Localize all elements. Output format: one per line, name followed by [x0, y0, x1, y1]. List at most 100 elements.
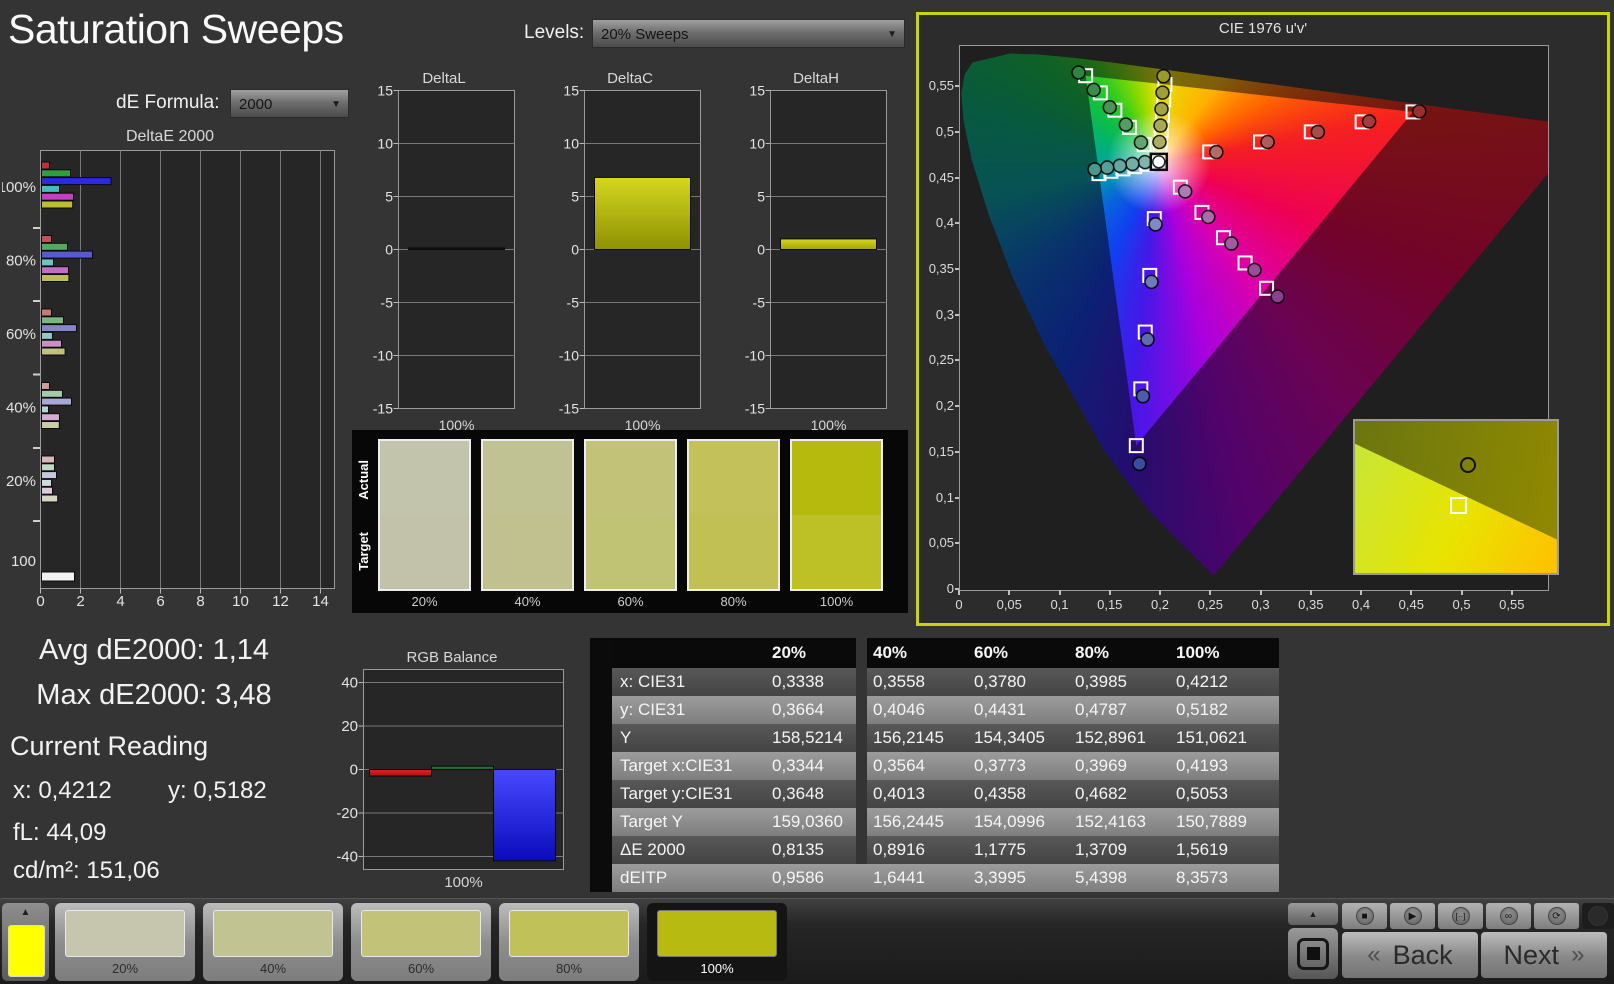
- patch-button-40%[interactable]: 40%: [203, 903, 343, 981]
- mini-y-tick: -5: [567, 295, 580, 311]
- mini-y-tick: 10: [377, 136, 393, 152]
- cie-x-tick: 0,25: [1197, 597, 1223, 612]
- patch-label: 40%: [259, 961, 287, 976]
- magenta-measured-marker: [1224, 236, 1239, 251]
- table-cell: 0,3780: [968, 668, 1069, 696]
- target-color: [792, 515, 881, 589]
- up-arrow-icon: ▲: [20, 907, 31, 918]
- cie-x-tick: 0,55: [1499, 597, 1525, 612]
- row-label: x: CIE31: [590, 668, 766, 696]
- row-label: y: CIE31: [590, 696, 766, 724]
- cie-x-tick: 0,35: [1298, 597, 1324, 612]
- patch-label: 80%: [555, 961, 583, 976]
- table-row: x: CIE31 0,3338 0,3558 0,3780 0,3985 0,4212: [590, 668, 1279, 696]
- up-arrow-icon: ▲: [1308, 909, 1318, 919]
- table-cell: 158,5214: [766, 724, 867, 752]
- table-cell: 0,3338: [766, 668, 867, 696]
- patch-button-60%[interactable]: 60%: [351, 903, 491, 981]
- rgb-x-label: 100%: [444, 874, 482, 891]
- table-cell: 0,3344: [766, 752, 867, 780]
- table-cell: 0,3558: [867, 668, 968, 696]
- stop-frame-icon: [1297, 937, 1329, 970]
- patch-button-20%[interactable]: 20%: [55, 903, 195, 981]
- deltae-chart-title: DeltaE 2000: [125, 128, 215, 145]
- column-header: 80%: [1069, 638, 1170, 668]
- refresh-button[interactable]: ⟳: [1534, 903, 1579, 929]
- table-cell: 0,3985: [1069, 668, 1170, 696]
- cie-y-tickmark: [955, 130, 959, 133]
- red-measured-marker: [1361, 114, 1377, 129]
- cie-y-tick: 0,15: [928, 443, 954, 459]
- sweep-swatch: 100%: [790, 439, 883, 609]
- table-cell: 1,3709: [1069, 836, 1170, 864]
- cie-y-tickmark: [955, 359, 959, 362]
- stop-button[interactable]: ■: [1342, 903, 1387, 929]
- column-header: 40%: [867, 638, 968, 668]
- blue-measured-marker: [1148, 216, 1163, 232]
- de-formula-dropdown[interactable]: 2000 ▼: [230, 89, 349, 118]
- table-cell: 0,4193: [1170, 752, 1279, 780]
- patch-label: 100%: [700, 961, 734, 976]
- deltae-group-label: 100%: [2, 179, 36, 196]
- cie-title: CIE 1976 u'v': [1218, 20, 1308, 37]
- rgb-y-tick: 0: [350, 762, 358, 779]
- patch-button-80%[interactable]: 80%: [499, 903, 639, 981]
- patch-window-button[interactable]: [1288, 928, 1338, 979]
- cyan-measured-marker: [1099, 160, 1115, 175]
- patch-swatch: [361, 910, 481, 957]
- cie-y-tick: 0,35: [928, 261, 954, 276]
- table-cell: 8,3573: [1170, 864, 1279, 892]
- loop-range-button[interactable]: [··]: [1438, 903, 1483, 929]
- cie-x-tick: 0,3: [1251, 597, 1270, 612]
- target-color: [483, 515, 572, 589]
- cie-x-tickmark: [1410, 590, 1413, 595]
- mini-y-tick: -5: [753, 295, 766, 311]
- table-row: Y 158,5214 156,2145 154,3405 152,8961 151,062…: [590, 724, 1279, 752]
- yellow-measured-marker: [1156, 68, 1171, 84]
- magenta-measured-marker: [1177, 184, 1193, 199]
- row-label: Target x:CIE31: [590, 752, 766, 780]
- table-cell: 154,3405: [968, 724, 1069, 752]
- back-button-label: Back: [1392, 939, 1453, 970]
- table-cell: 0,4358: [968, 780, 1069, 808]
- table-cell: 0,8916: [867, 836, 968, 864]
- cie-y-tick: 0,3: [935, 306, 954, 322]
- table-row: Target y:CIE31 0,3648 0,4013 0,4358 0,4682 0,…: [590, 780, 1279, 808]
- patch-label: 20%: [111, 961, 139, 976]
- cyan-measured-marker: [1137, 154, 1153, 170]
- cie-x-tick: 0,05: [996, 597, 1022, 612]
- bottom-bar: ▲ 20% 40% 60% 80% 100% ▲ ■ ▶ [··] ∞ ⟳ « Back Nex…: [0, 898, 1614, 984]
- table-cell: 0,3773: [968, 752, 1069, 780]
- cie-y-tickmark: [955, 450, 959, 453]
- table-cell: 0,4682: [1069, 780, 1170, 808]
- mini-y-tick: 0: [571, 242, 579, 258]
- disabled-circle-icon: [1588, 906, 1608, 926]
- patch-window-up-button[interactable]: ▲: [1288, 903, 1338, 925]
- deltae-x-tick: 8: [196, 593, 204, 610]
- actual-target-swatch: [584, 439, 677, 591]
- transport-disabled-slot: [1582, 903, 1614, 929]
- cie-y-tick: 0,5: [935, 123, 954, 139]
- mini-y-tick: -10: [373, 348, 393, 364]
- mini-y-tick: 15: [749, 86, 765, 99]
- blue-measured-marker: [1132, 456, 1147, 472]
- cie-x-tickmark: [1460, 590, 1463, 595]
- patch-swatch: [213, 910, 333, 957]
- mini-y-tick: 5: [571, 189, 579, 205]
- red-measured-marker: [1412, 104, 1427, 119]
- mini-y-tick: -15: [373, 401, 393, 417]
- levels-label: Levels:: [524, 22, 585, 43]
- play-button[interactable]: ▶: [1390, 903, 1435, 929]
- back-button[interactable]: « Back: [1342, 932, 1478, 978]
- current-y: y: 0,5182: [168, 777, 267, 804]
- table-cell: 0,9586: [766, 864, 867, 892]
- sweep-swatch: 60%: [584, 439, 677, 609]
- table-cell: 0,8135: [766, 836, 867, 864]
- levels-dropdown[interactable]: 20% Sweeps ▼: [592, 19, 905, 48]
- next-button[interactable]: Next »: [1481, 932, 1607, 978]
- current-patch-button[interactable]: ▲: [2, 903, 49, 981]
- infinity-button[interactable]: ∞: [1486, 903, 1531, 929]
- patch-button-100%[interactable]: 100%: [647, 903, 787, 981]
- cie-x-tickmark: [1159, 590, 1162, 595]
- table-cell: 1,6441: [867, 864, 968, 892]
